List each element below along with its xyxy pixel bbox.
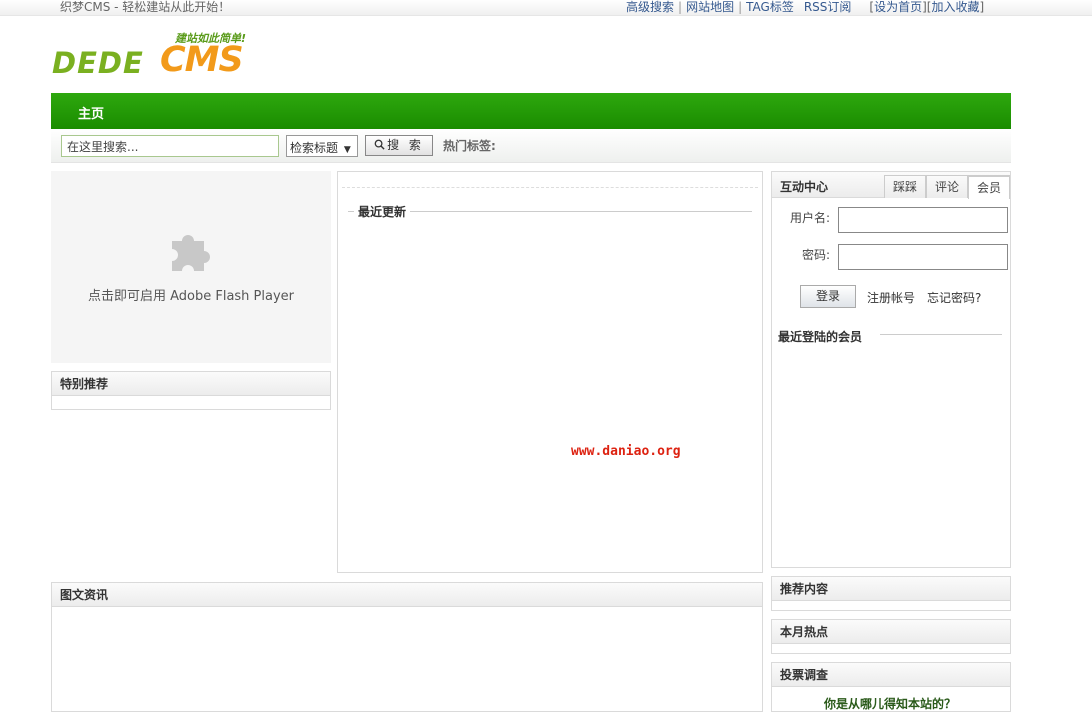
tab-digg[interactable]: 踩踩 — [884, 175, 926, 198]
recent-updates-panel: 最近更新 www.daniao.org — [337, 171, 763, 573]
chevron-down-icon: ▼ — [343, 145, 351, 155]
welcome-text: 织梦CMS - 轻松建站从此开始！ — [60, 0, 231, 14]
username-label: 用户名: — [789, 211, 830, 225]
flash-player-placeholder[interactable]: 点击即可启用 Adobe Flash Player — [51, 171, 331, 363]
nav-home[interactable]: 主页 — [78, 103, 104, 122]
member-center-title: 互动中心 — [780, 180, 829, 194]
monthly-hot-box: 本月热点 — [771, 619, 1011, 654]
divider — [342, 187, 758, 188]
picture-news-box: 图文资讯 — [51, 582, 763, 712]
tag-link[interactable]: TAG标签 — [746, 0, 794, 14]
add-favorite-link[interactable]: 加入收藏 — [931, 0, 979, 14]
search-input[interactable] — [61, 135, 279, 157]
register-link[interactable]: 注册帐号 — [867, 289, 915, 306]
member-center-panel: 互动中心 踩踩 评论 会员 用户名: 密码: 登录 注册帐号 忘记密码? 最近登… — [771, 171, 1011, 568]
picture-news-title: 图文资讯 — [52, 583, 762, 607]
plugin-puzzle-icon — [172, 235, 210, 271]
forgot-password-link[interactable]: 忘记密码? — [927, 289, 981, 306]
tab-member[interactable]: 会员 — [968, 175, 1010, 199]
recent-members-title: 最近登陆的会员 — [778, 328, 869, 345]
search-button-label: 搜 索 — [387, 138, 424, 152]
main-nav: 主页 — [51, 93, 1011, 129]
rss-link[interactable]: RSS订阅 — [804, 0, 852, 14]
search-bar: 检索标题 ▼ 搜 索 热门标签: — [51, 129, 1011, 163]
search-scope-select[interactable]: 检索标题 ▼ — [286, 135, 358, 157]
advanced-search-link[interactable]: 高级搜索 — [626, 0, 674, 14]
set-home-link[interactable]: 设为首页 — [874, 0, 922, 14]
separator: | — [678, 0, 683, 14]
username-field[interactable] — [838, 207, 1008, 233]
login-button[interactable]: 登录 — [800, 285, 856, 308]
password-label: 密码: — [801, 248, 830, 262]
recommend-title: 推荐内容 — [772, 577, 1010, 601]
search-icon — [374, 139, 385, 150]
recent-updates-title: 最近更新 — [354, 203, 411, 220]
featured-title: 特别推荐 — [52, 372, 330, 396]
logo-brand-right: CMS — [160, 40, 244, 80]
password-field[interactable] — [838, 244, 1008, 270]
top-bar: 织梦CMS - 轻松建站从此开始！ 高级搜索 | 网站地图 | TAG标签 RSS订阅 [设… — [0, 0, 1092, 16]
featured-box: 特别推荐 — [51, 371, 331, 410]
bracket: ] — [979, 0, 985, 14]
logo-brand-left: DEDE — [52, 46, 144, 80]
separator: | — [738, 0, 743, 14]
tab-comments[interactable]: 评论 — [926, 175, 968, 198]
site-watermark: www.daniao.org — [571, 444, 681, 459]
member-header: 互动中心 踩踩 评论 会员 — [772, 172, 1010, 199]
divider — [880, 334, 1002, 335]
hot-tags-label: 热门标签: — [443, 139, 496, 153]
site-map-link[interactable]: 网站地图 — [686, 0, 734, 14]
flash-message: 点击即可启用 Adobe Flash Player — [87, 289, 295, 304]
site-logo[interactable]: 建站如此简单! DEDE CMS — [52, 30, 264, 84]
search-button[interactable]: 搜 索 — [365, 135, 433, 156]
monthly-hot-title: 本月热点 — [772, 620, 1010, 644]
poll-title: 投票调查 — [772, 663, 1010, 687]
search-scope-value: 检索标题 — [290, 141, 339, 155]
recommend-box: 推荐内容 — [771, 576, 1011, 611]
top-links: 高级搜索 | 网站地图 | TAG标签 RSS订阅 [设为首页][加入收藏] — [626, 0, 984, 15]
